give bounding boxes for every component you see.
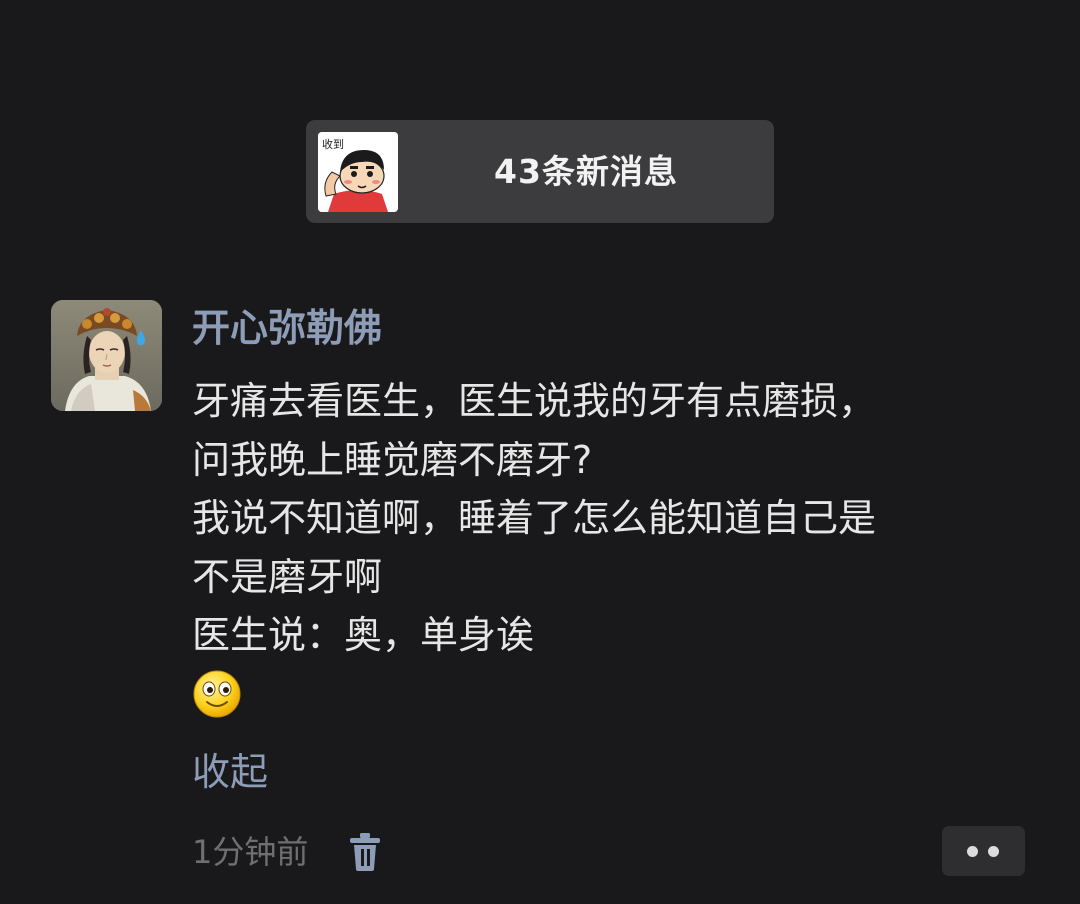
- avatar[interactable]: [51, 300, 162, 411]
- more-options-button[interactable]: [942, 826, 1025, 876]
- message-line: 我说不知道啊，睡着了怎么能知道自己是: [192, 496, 877, 540]
- new-messages-count: 43条新消息: [494, 152, 678, 191]
- sticker-thumbnail-icon: 收到: [318, 132, 398, 212]
- new-messages-banner[interactable]: 收到 43条新消息: [306, 120, 774, 223]
- message-line: 牙痛去看医生，医生说我的牙有点磨损，: [192, 379, 877, 423]
- message-line: 医生说：奥，单身诶: [192, 613, 535, 657]
- sticker-text: 收到: [322, 138, 344, 151]
- collapse-button[interactable]: 收起: [192, 745, 268, 799]
- more-dots-icon: [988, 846, 999, 857]
- message-body: 牙痛去看医生，医生说我的牙有点磨损， 问我晚上睡觉磨不磨牙? 我说不知道啊，睡着…: [192, 372, 1052, 723]
- trash-icon[interactable]: [348, 832, 382, 872]
- message-line: 问我晚上睡觉磨不磨牙?: [192, 437, 593, 482]
- message-line: 不是磨牙啊: [192, 554, 383, 599]
- more-dots-icon: [967, 846, 978, 857]
- username[interactable]: 开心弥勒佛: [192, 302, 382, 354]
- post-timestamp: 1分钟前: [192, 833, 309, 871]
- smiley-face-emoji-icon: [193, 670, 241, 717]
